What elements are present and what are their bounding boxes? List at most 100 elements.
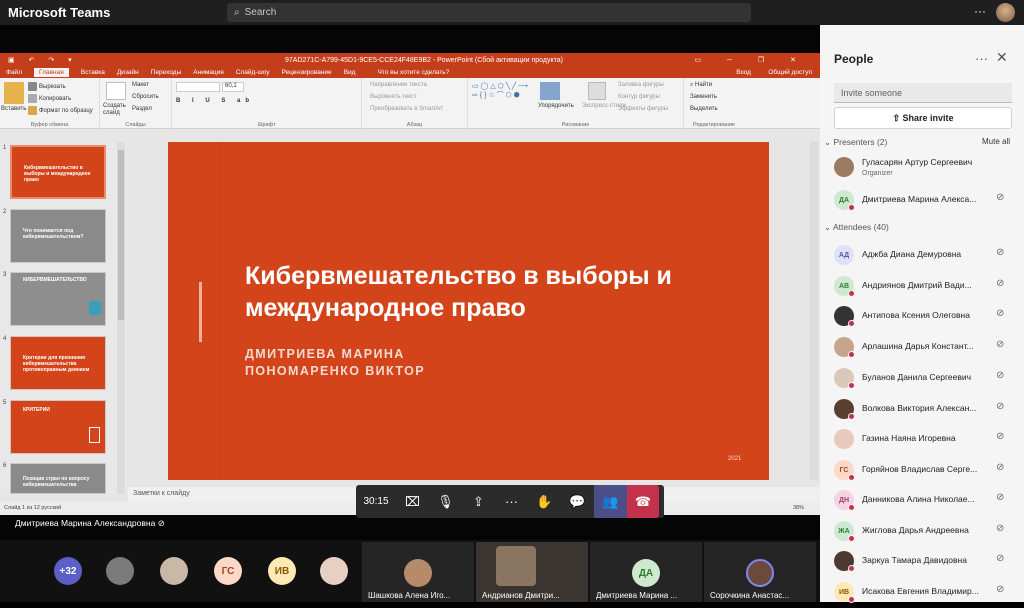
mic-off-icon[interactable]: ⊘ bbox=[996, 278, 1008, 292]
format-painter-button[interactable]: Формат по образцу bbox=[28, 106, 93, 115]
participant-row[interactable]: Волкова Виктория Алексан... ⊘ bbox=[834, 397, 1014, 425]
tab-home[interactable]: Главная bbox=[33, 68, 69, 77]
mic-off-icon[interactable]: ⊘ bbox=[996, 584, 1008, 598]
share-invite-button[interactable]: ⇧ Share invite bbox=[834, 107, 1012, 129]
tab-animation[interactable]: Анимация bbox=[193, 69, 224, 76]
more-options-button[interactable]: ··· bbox=[974, 4, 986, 18]
chat-icon[interactable]: 💬 bbox=[561, 485, 594, 518]
attendees-section[interactable]: ⌄ Attendees (40) bbox=[824, 222, 889, 233]
participant-row[interactable]: Гуласарян Артур Сергеевич Organizer bbox=[834, 155, 1014, 183]
copy-button[interactable]: Копировать bbox=[28, 94, 71, 103]
participant-avatar[interactable]: ГС bbox=[214, 557, 242, 585]
font-name-select[interactable] bbox=[176, 82, 220, 92]
zoom-level[interactable]: 38% bbox=[793, 505, 804, 511]
reset-button[interactable]: Сбросить bbox=[132, 94, 159, 100]
mic-off-icon[interactable]: ⊘ bbox=[996, 247, 1008, 261]
new-slide-button[interactable]: Создать слайд bbox=[103, 103, 129, 117]
tab-design[interactable]: Дизайн bbox=[117, 69, 139, 76]
paste-button[interactable]: Вставить bbox=[1, 106, 26, 112]
mic-off-icon[interactable]: ⊘ bbox=[996, 431, 1008, 445]
shape-effects-button[interactable]: Эффекты фигуры bbox=[618, 106, 668, 112]
tell-me-box[interactable]: Что вы хотите сделать? bbox=[377, 69, 449, 76]
mic-off-icon[interactable]: ⊘ bbox=[996, 192, 1008, 206]
cut-button[interactable]: Вырезать bbox=[28, 82, 66, 91]
window-controls[interactable]: ▭ ─ ❐ ✕ bbox=[694, 56, 808, 64]
tab-file[interactable]: Файл bbox=[6, 69, 22, 76]
camera-off-icon[interactable]: ⌧ bbox=[396, 485, 429, 518]
mic-off-icon[interactable]: ⊘ bbox=[996, 401, 1008, 415]
quick-access-toolbar[interactable]: ▣ ↶ ↷ ▾ bbox=[8, 56, 78, 64]
slide-thumbnail[interactable]: КИБЕРВМЕШАТЕЛЬСТВО bbox=[10, 272, 106, 326]
arrange-icon[interactable] bbox=[540, 82, 560, 100]
font-style-buttons[interactable]: B I U S ab bbox=[176, 98, 254, 104]
mic-off-icon[interactable]: ⊘ bbox=[996, 492, 1008, 506]
arrange-button[interactable]: Упорядочить bbox=[538, 103, 574, 109]
participant-row[interactable]: Арлашина Дарья Констант... ⊘ bbox=[834, 335, 1014, 363]
new-slide-icon[interactable] bbox=[106, 82, 126, 100]
participant-row[interactable]: Заркуа Тамара Давидовна ⊘ bbox=[834, 549, 1014, 577]
hang-up-icon[interactable]: ☎ bbox=[627, 485, 659, 518]
participant-tile[interactable]: Шашкова Алена Иго... bbox=[362, 542, 474, 602]
tab-insert[interactable]: Вставка bbox=[81, 69, 105, 76]
layout-button[interactable]: Макет bbox=[132, 82, 149, 88]
shape-fill-button[interactable]: Заливка фигуры bbox=[618, 82, 664, 88]
login-link[interactable]: Вход bbox=[736, 69, 751, 76]
smartart-button[interactable]: Преобразовать в SmartArt bbox=[370, 106, 443, 112]
slide-thumbnail[interactable]: Что понимается под кибервмешательством? bbox=[10, 209, 106, 263]
participants-icon[interactable]: 👥 bbox=[594, 485, 627, 518]
more-actions-icon[interactable]: ··· bbox=[495, 485, 528, 518]
account-area[interactable]: Вход Общий доступ bbox=[724, 69, 812, 76]
slide-thumbnail[interactable]: Позиции стран по вопросу кибервмешательс… bbox=[10, 463, 106, 494]
slide-scrollbar[interactable] bbox=[810, 142, 818, 480]
participant-avatar[interactable]: ИВ bbox=[268, 557, 296, 585]
replace-button[interactable]: Заменить bbox=[690, 94, 717, 100]
tab-transitions[interactable]: Переходы bbox=[151, 69, 182, 76]
shapes-gallery[interactable]: ▭ ◯ △ ⬠ ╲ ╱ ⟶ ⇨ { } ☆ ⌒ ⬡ ⬢ bbox=[472, 82, 534, 112]
presenters-section[interactable]: ⌄ Presenters (2) bbox=[824, 137, 887, 148]
text-direction-button[interactable]: Направление текста bbox=[370, 82, 427, 88]
tab-slideshow[interactable]: Слайд-шоу bbox=[236, 69, 270, 76]
participant-row[interactable]: Антипова Ксения Олеговна ⊘ bbox=[834, 304, 1014, 332]
participant-tile[interactable]: Сорочкина Анастас... bbox=[704, 542, 816, 602]
scrollbar-thumb[interactable] bbox=[118, 150, 124, 320]
participant-avatar[interactable] bbox=[320, 557, 348, 585]
participant-tile[interactable]: Андрианов Дмитри... bbox=[476, 542, 588, 602]
find-button[interactable]: ⌕ Найти bbox=[690, 82, 712, 89]
participant-row[interactable]: АД Аджба Диана Демуровна ⊘ bbox=[834, 243, 1014, 271]
mic-off-icon[interactable]: ⊘ bbox=[996, 308, 1008, 322]
participant-row[interactable]: ИВ Исакова Евгения Владимир... ⊘ bbox=[834, 580, 1014, 608]
participant-avatar[interactable] bbox=[106, 557, 134, 585]
participant-row[interactable]: ГС Горяйнов Владислав Серге... ⊘ bbox=[834, 458, 1014, 486]
participant-row[interactable]: Газина Наяна Игоревна ⊘ bbox=[834, 427, 1014, 455]
thumbnail-scrollbar[interactable] bbox=[117, 142, 125, 494]
microphone-icon[interactable]: 🎙 bbox=[429, 485, 462, 518]
select-button[interactable]: Выделить bbox=[690, 106, 718, 112]
overflow-participants-button[interactable]: +32 bbox=[54, 557, 82, 585]
mic-off-icon[interactable]: ⊘ bbox=[996, 339, 1008, 353]
participant-row[interactable]: АВ Андриянов Дмитрий Вади... ⊘ bbox=[834, 274, 1014, 302]
participant-row[interactable]: ЖА Жиглова Дарья Андреевна ⊘ bbox=[834, 519, 1014, 547]
search-input[interactable]: ⌕ Search bbox=[227, 3, 751, 22]
slide-thumbnail[interactable]: Кибервмешательство в выборы и международ… bbox=[10, 145, 106, 199]
tab-view[interactable]: Вид bbox=[344, 69, 356, 76]
shape-outline-button[interactable]: Контур фигуры bbox=[618, 94, 660, 100]
quick-styles-icon[interactable] bbox=[588, 82, 606, 100]
share-screen-icon[interactable]: ⇪ bbox=[462, 485, 495, 518]
panel-more-icon[interactable]: ··· bbox=[975, 51, 988, 66]
font-size-select[interactable]: 60,1 bbox=[222, 82, 244, 92]
participant-row[interactable]: ДН Данникова Алина Николае... ⊘ bbox=[834, 488, 1014, 516]
invite-input[interactable]: Invite someone bbox=[834, 83, 1012, 103]
align-text-button[interactable]: Выровнять текст bbox=[370, 94, 417, 100]
mic-off-icon[interactable]: ⊘ bbox=[996, 370, 1008, 384]
mic-off-icon[interactable]: ⊘ bbox=[996, 462, 1008, 476]
participant-row[interactable]: ДА Дмитриева Марина Алекса... ⊘ bbox=[834, 188, 1014, 216]
raise-hand-icon[interactable]: ✋ bbox=[528, 485, 561, 518]
mic-off-icon[interactable]: ⊘ bbox=[996, 553, 1008, 567]
share-link[interactable]: Общий доступ bbox=[768, 69, 812, 76]
mute-all-button[interactable]: Mute all bbox=[982, 137, 1010, 146]
participant-row[interactable]: Буланов Данила Сергеевич ⊘ bbox=[834, 366, 1014, 394]
mic-off-icon[interactable]: ⊘ bbox=[996, 523, 1008, 537]
close-icon[interactable]: ✕ bbox=[996, 49, 1008, 66]
section-button[interactable]: Раздел bbox=[132, 106, 152, 112]
slide-thumbnail[interactable]: Критерии для признания кибервмешательств… bbox=[10, 336, 106, 390]
